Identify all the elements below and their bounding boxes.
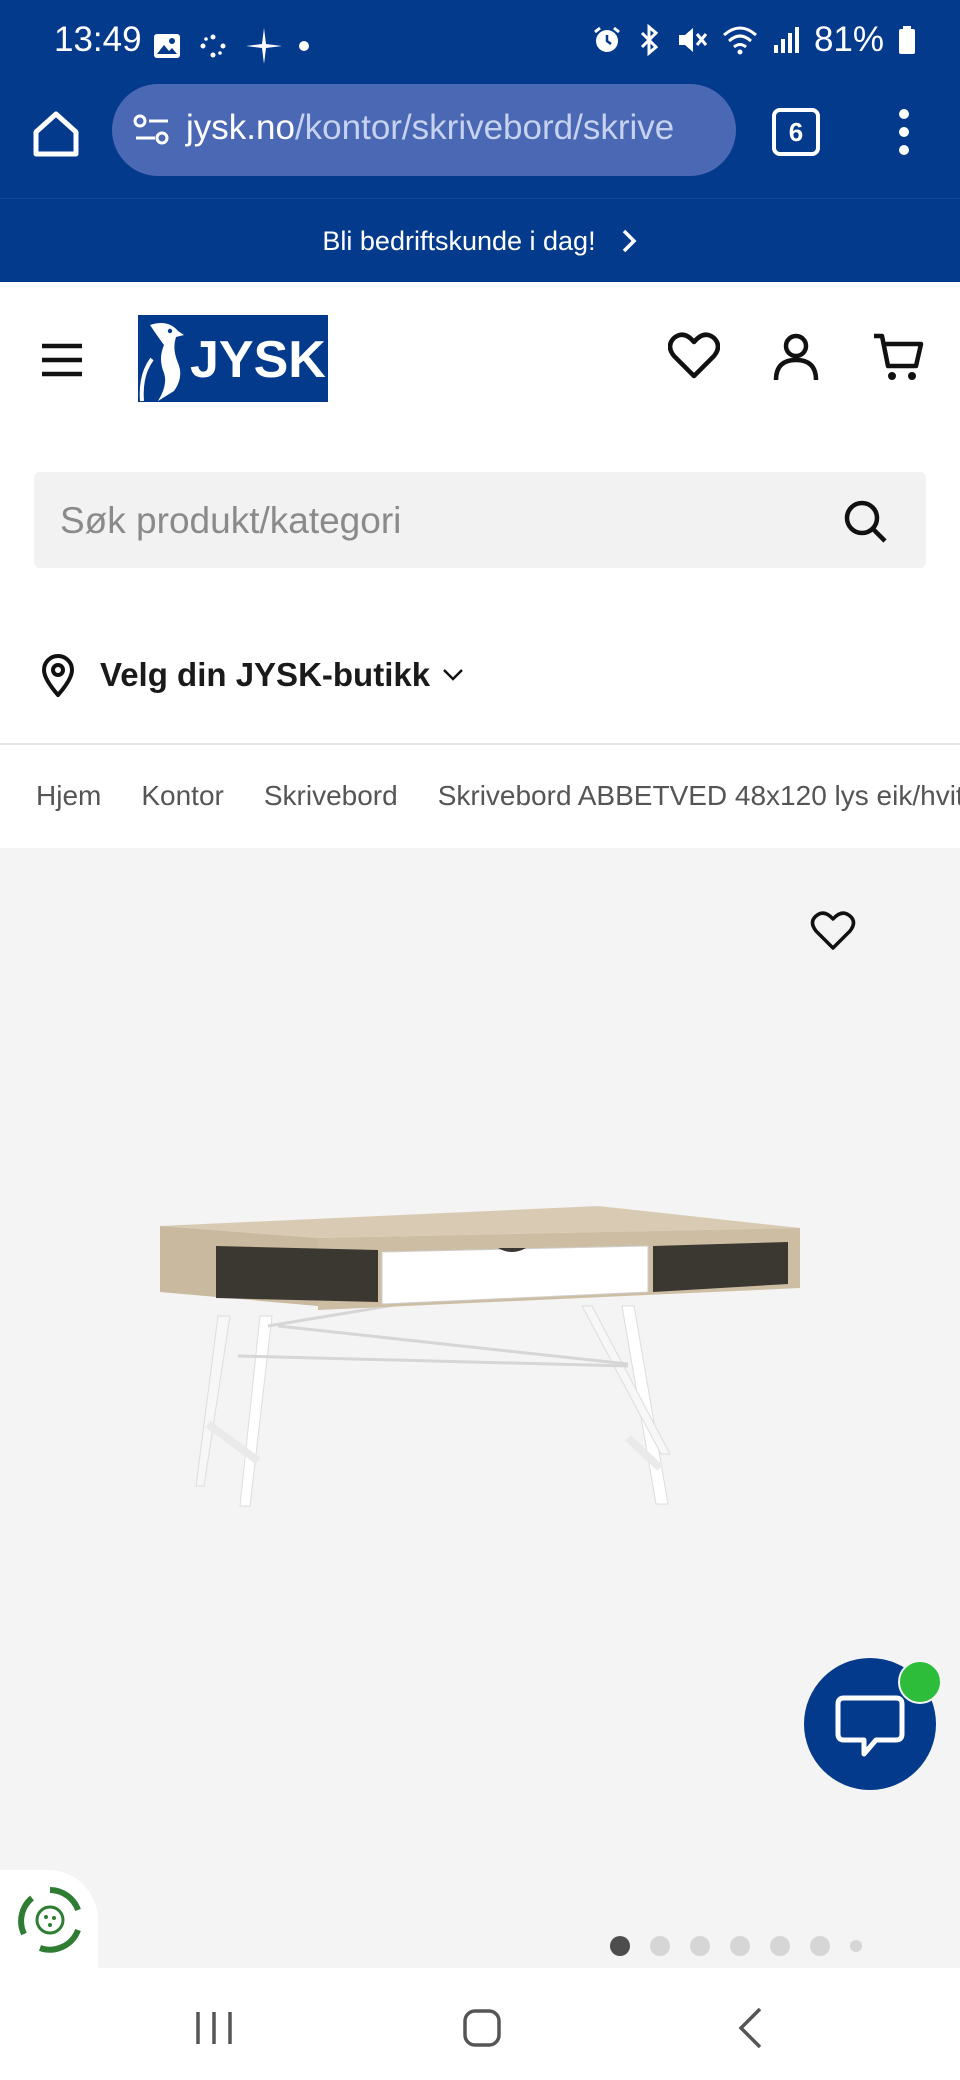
sparkle-dots-icon (200, 34, 226, 58)
cart-icon[interactable] (872, 332, 924, 382)
bluetooth-icon (640, 24, 659, 56)
browser-toolbar: jysk.no/kontor/skrivebord/skrive 6 (0, 84, 960, 198)
battery-percent: 81% (813, 20, 884, 59)
wifi-icon (722, 26, 757, 55)
url-domain: jysk.no (186, 108, 295, 147)
add-to-wishlist-icon[interactable] (810, 910, 856, 952)
business-promo-banner[interactable]: Bli bedriftskunde i dag! (0, 198, 960, 283)
pagination-dot[interactable] (770, 1936, 790, 1956)
home-nav-icon[interactable] (462, 2008, 502, 2048)
mute-icon (678, 28, 708, 52)
gallery-icon (154, 34, 180, 58)
recycle-icon (18, 1887, 81, 1953)
location-pin-icon (41, 654, 75, 697)
logo-text: JYSK (190, 331, 326, 389)
chevron-down-icon (443, 669, 463, 681)
jysk-bird-icon: JYSK (139, 323, 326, 402)
pagination-dot[interactable] (810, 1936, 830, 1956)
header-actions (668, 332, 924, 382)
status-left-icons (152, 26, 310, 66)
search-icon[interactable] (842, 498, 888, 544)
breadcrumb: Hjem Kontor Skrivebord Skrivebord ABBETV… (36, 776, 960, 816)
recent-apps-icon[interactable] (194, 2010, 234, 2046)
tab-switcher-button[interactable]: 6 (772, 108, 820, 156)
status-time: 13:49 (54, 20, 142, 59)
promo-text: Bli bedriftskunde i dag! (322, 225, 596, 256)
account-icon[interactable] (772, 332, 820, 382)
site-header: JYSK (0, 282, 960, 430)
divider (0, 743, 960, 745)
signal-icon (773, 27, 799, 53)
chat-online-indicator (898, 1660, 942, 1704)
home-icon[interactable] (30, 108, 82, 160)
sustainability-badge[interactable] (0, 1870, 98, 1968)
site-settings-icon[interactable] (132, 112, 172, 148)
pagination-dot[interactable] (730, 1936, 750, 1956)
jysk-logo[interactable]: JYSK (138, 315, 328, 402)
notification-dot-icon (299, 41, 309, 51)
gallery-pagination (610, 1936, 862, 1956)
wishlist-icon[interactable] (668, 332, 720, 380)
pagination-dot[interactable] (650, 1936, 670, 1956)
breadcrumb-item[interactable]: Skrivebord (264, 780, 398, 812)
store-label: Velg din JYSK-butikk (100, 656, 431, 693)
more-menu-icon[interactable] (896, 108, 912, 156)
search-box (34, 472, 926, 570)
product-gallery[interactable] (0, 848, 960, 1968)
breadcrumb-current: Skrivebord ABBETVED 48x120 lys eik/hvit (437, 780, 960, 811)
address-bar[interactable]: jysk.no/kontor/skrivebord/skrive (112, 84, 736, 176)
system-nav-bar (0, 1968, 960, 2080)
desk-product-image (160, 1206, 800, 1507)
url-path: /kontor/skrivebord/skrive (294, 108, 675, 147)
search-input[interactable] (58, 472, 822, 570)
alarm-icon (594, 26, 620, 52)
pagination-dot[interactable] (610, 1936, 630, 1956)
pagination-dot[interactable] (690, 1936, 710, 1956)
status-bar: 13:49 81% (0, 0, 960, 84)
pagination-dot[interactable] (850, 1940, 862, 1952)
chevron-right-icon (622, 229, 637, 253)
battery-icon (899, 26, 915, 54)
breadcrumb-item[interactable]: Kontor (141, 780, 224, 812)
url-text: jysk.no/kontor/skrivebord/skrive (186, 108, 674, 148)
status-right-icons: 81% (592, 20, 916, 60)
menu-icon[interactable] (40, 340, 84, 380)
store-picker[interactable]: Velg din JYSK-butikk (40, 648, 464, 702)
sparkle-icon (246, 28, 282, 64)
breadcrumb-item[interactable]: Hjem (36, 780, 101, 812)
back-icon[interactable] (736, 2006, 764, 2050)
